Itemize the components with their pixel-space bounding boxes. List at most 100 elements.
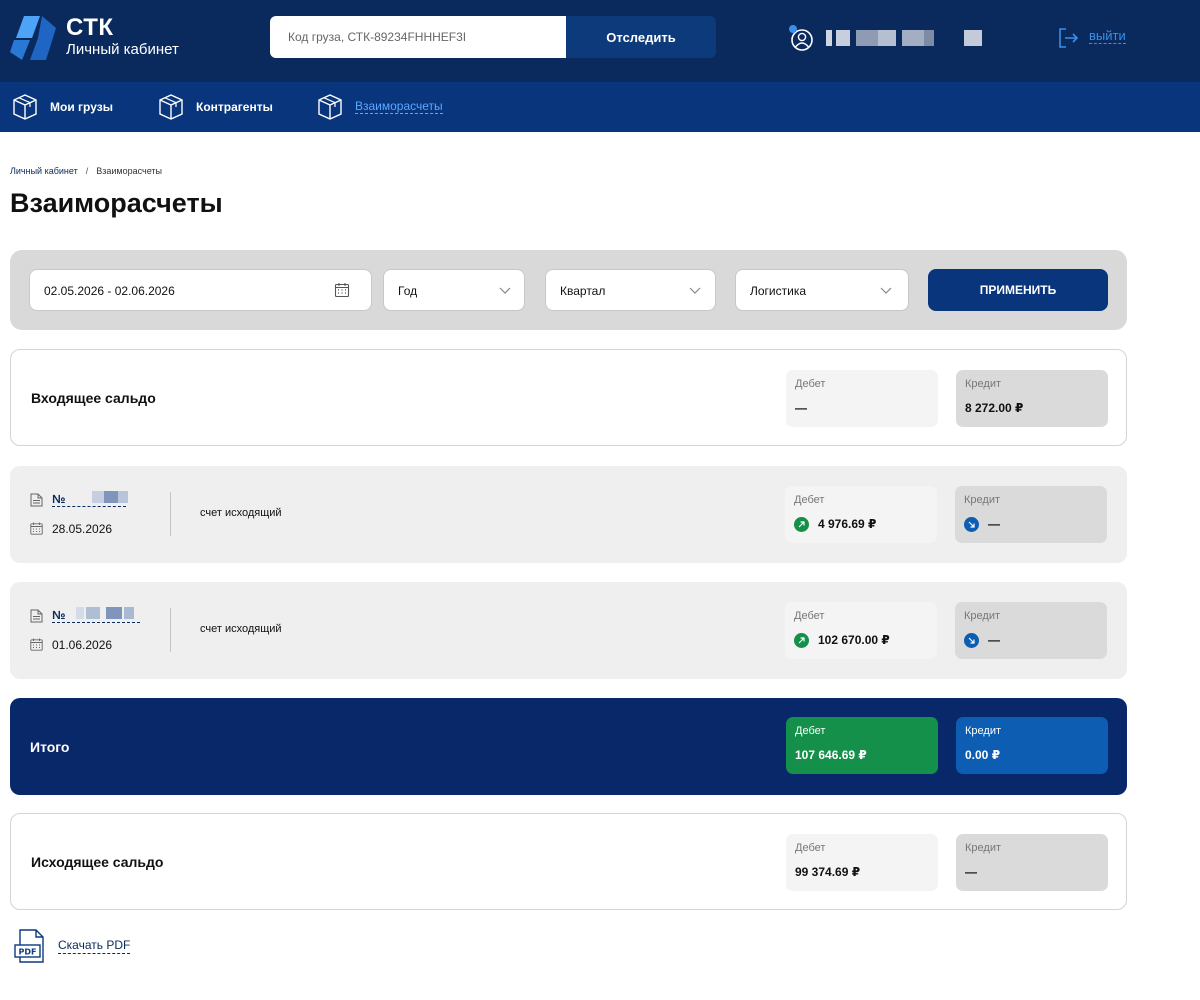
debit-value: — [795,401,807,415]
document-date: 28.05.2026 [52,522,113,536]
redacted-mark [76,607,84,619]
nav-item-settlements[interactable]: Взаиморасчеты [315,92,455,122]
logout-link[interactable]: выйти [1056,24,1136,52]
credit-box: Кредит 0.00 ₽ [956,717,1108,774]
logo-subtitle: Личный кабинет [66,41,179,58]
top-header: СТК Личный кабинет Отследить выйти [0,0,1200,82]
debit-value: 107 646.69 ₽ [795,748,867,762]
document-date: 01.06.2026 [52,638,113,652]
date-range-value: 02.05.2026 - 02.06.2026 [44,284,175,298]
document-type: счет исходящий [200,623,282,635]
box-icon [13,94,37,120]
year-select[interactable]: Год [383,269,525,311]
logout-label: выйти [1089,28,1126,44]
user-icon [789,25,813,51]
logo[interactable]: СТК Личный кабинет [10,14,200,64]
opening-balance-card: Входящее сальдо Дебет — Кредит 8 272.00 … [10,349,1127,446]
document-number-label: № [52,608,66,622]
credit-value: — [988,517,1000,531]
closing-balance-card: Исходящее сальдо Дебет 99 374.69 ₽ Креди… [10,813,1127,910]
breadcrumb-current: Взаиморасчеты [96,166,162,176]
breadcrumb-home[interactable]: Личный кабинет [10,166,78,176]
document-number-label: № [52,492,66,506]
box-icon [318,94,342,120]
redacted-mark [106,607,122,619]
service-select-value: Логистика [750,284,807,298]
document-type: счет исходящий [200,507,282,519]
debit-label: Дебет [795,842,826,854]
redacted-mark [104,491,118,503]
nav-label: Мои грузы [50,100,113,114]
debit-label: Дебет [794,494,825,506]
user-name-redacted [826,30,986,46]
credit-value: 0.00 ₽ [965,748,1001,762]
user-info[interactable] [788,22,1008,54]
chevron-down-icon [499,287,511,294]
debit-box: Дебет 99 374.69 ₽ [786,834,938,891]
service-select[interactable]: Логистика [735,269,909,311]
tracking-form: Отследить [270,16,716,58]
box-icon [159,94,183,120]
document-row: № 28.05.2026 счет исходящий Дебет 4 976.… [10,466,1127,563]
nav-item-counterparties[interactable]: Контрагенты [156,92,286,122]
quarter-select-value: Квартал [560,284,606,298]
opening-balance-title: Входящее сальдо [31,390,156,406]
calendar-icon [30,522,43,535]
year-select-value: Год [398,284,418,298]
breadcrumb-separator: / [85,166,89,176]
main-nav: Мои грузы Контрагенты Взаиморасчеты [0,82,1200,132]
credit-box: Кредит — [955,486,1107,543]
arrow-down-right-icon [964,633,979,648]
divider [170,492,171,536]
debit-box: Дебет 102 670.00 ₽ [785,602,937,659]
pdf-icon: PDF [14,929,44,963]
redacted-mark [86,607,100,619]
arrow-down-right-icon [964,517,979,532]
debit-box: Дебет 107 646.69 ₽ [786,717,938,774]
quarter-select[interactable]: Квартал [545,269,716,311]
debit-value: 99 374.69 ₽ [795,865,861,879]
closing-balance-title: Исходящее сальдо [31,854,164,870]
nav-label-active: Взаиморасчеты [355,99,443,114]
calendar-icon [334,283,350,298]
credit-label: Кредит [965,842,1002,854]
total-card: Итого Дебет 107 646.69 ₽ Кредит 0.00 ₽ [10,698,1127,795]
credit-label: Кредит [964,610,1001,622]
track-button[interactable]: Отследить [566,16,716,58]
logo-title: СТК [66,14,114,41]
credit-value: — [965,865,977,879]
document-row: № 01.06.2026 счет исходящий Дебет 102 67… [10,582,1127,679]
pdf-icon-text: PDF [19,948,37,957]
document-icon [30,609,43,623]
nav-label: Контрагенты [196,100,273,114]
redacted-mark [124,607,134,619]
logout-icon [1059,28,1079,48]
breadcrumb: Личный кабинет / Взаиморасчеты [10,166,162,176]
debit-value: 4 976.69 ₽ [818,517,877,531]
debit-box: Дебет 4 976.69 ₽ [785,486,937,543]
logo-icon [10,16,56,60]
download-pdf-link[interactable]: PDF Скачать PDF [14,928,154,968]
document-info: № 01.06.2026 [30,605,160,655]
credit-label: Кредит [965,725,1002,737]
apply-button[interactable]: ПРИМЕНИТЬ [928,269,1108,311]
total-title: Итого [30,739,70,755]
arrow-up-right-icon [794,517,809,532]
document-icon [30,493,43,507]
debit-label: Дебет [795,378,826,390]
credit-value: 8 272.00 ₽ [965,401,1024,415]
credit-label: Кредит [965,378,1002,390]
chevron-down-icon [880,287,892,294]
debit-label: Дебет [795,725,826,737]
date-range-picker[interactable]: 02.05.2026 - 02.06.2026 [29,269,372,311]
redacted-mark [118,491,128,503]
arrow-up-right-icon [794,633,809,648]
credit-label: Кредит [964,494,1001,506]
credit-value: — [988,633,1000,647]
credit-box: Кредит — [956,834,1108,891]
download-pdf-label: Скачать PDF [58,938,131,954]
tracking-input[interactable] [270,16,566,58]
nav-item-my-cargo[interactable]: Мои грузы [10,92,120,122]
document-info: № 28.05.2026 [30,489,160,539]
debit-label: Дебет [794,610,825,622]
